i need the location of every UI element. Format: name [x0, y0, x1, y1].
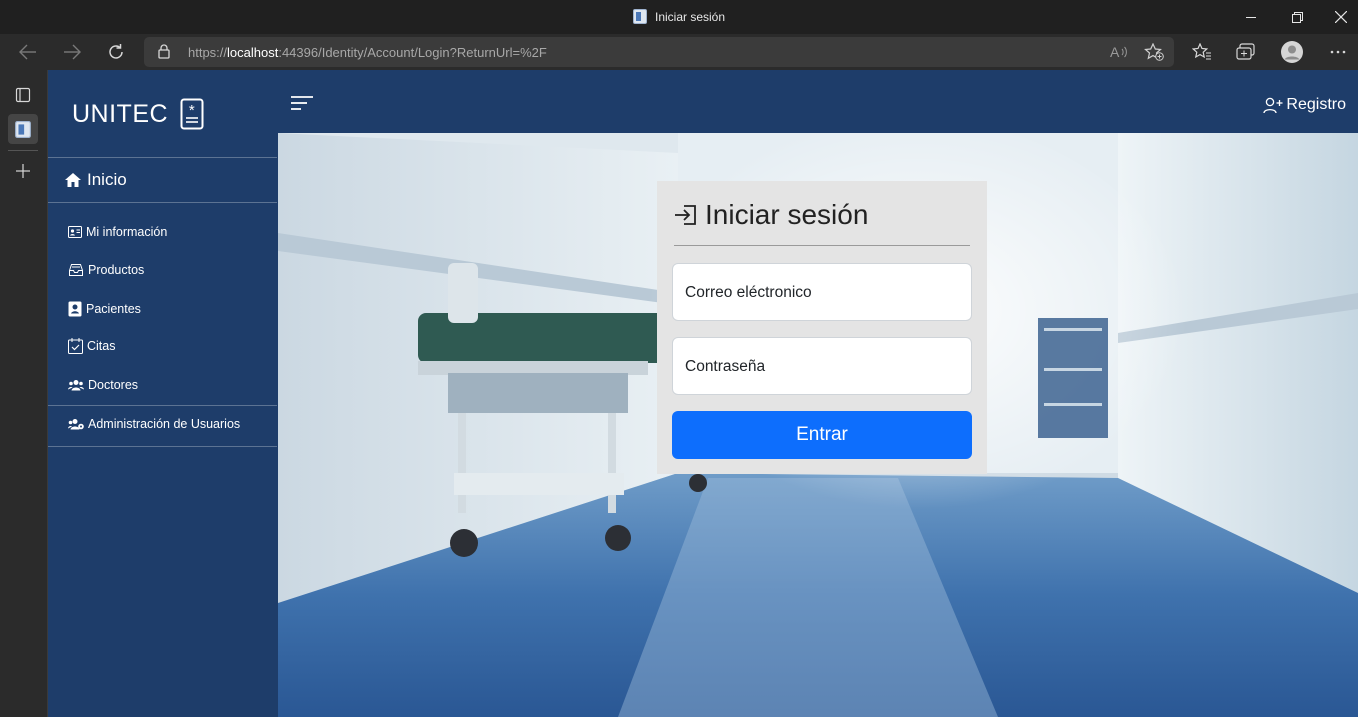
window-title: Iniciar sesión [0, 9, 1358, 24]
star-plus-icon[interactable] [1144, 43, 1164, 61]
new-tab-button[interactable] [8, 156, 38, 186]
refresh-icon [109, 44, 123, 59]
ellipsis-icon [1330, 50, 1346, 54]
sidebar-divider [48, 202, 277, 203]
register-label: Registro [1286, 96, 1346, 113]
sign-in-icon [675, 205, 696, 225]
person-badge-icon [68, 301, 82, 317]
window-titlebar: Iniciar sesión [0, 0, 1358, 34]
read-aloud-icon[interactable]: A [1110, 44, 1128, 60]
home-icon [65, 173, 81, 187]
svg-text:*: * [189, 102, 195, 119]
page-favicon-icon [15, 120, 31, 138]
sidebar-item-label: Doctores [88, 378, 139, 392]
collections-button[interactable] [1232, 38, 1260, 66]
person-plus-icon [1263, 97, 1283, 113]
sidebar-item-mi-informacion[interactable]: Mi información [68, 225, 167, 239]
arrow-left-icon [19, 44, 36, 60]
sidebar-item-label: Citas [87, 339, 116, 353]
url-text: https://localhost:44396/Identity/Account… [188, 45, 547, 60]
brand-name: UNITEC [72, 99, 169, 128]
sidebar: UNITEC * Inicio Mi información Productos… [48, 70, 278, 717]
favorites-icon [1192, 43, 1211, 60]
url-scheme: https:// [188, 45, 228, 60]
tab-active-login[interactable] [8, 114, 38, 144]
sidebar-item-label: Mi información [86, 225, 168, 239]
minimize-icon [1245, 16, 1256, 18]
sidebar-home-label: Inicio [87, 170, 127, 189]
window-title-text: Iniciar sesión [654, 10, 726, 24]
profile-button[interactable] [1278, 38, 1306, 66]
top-navbar: Registro [278, 70, 1358, 133]
hero-background: Iniciar sesión Correo eléctronico Contra… [278, 133, 1358, 717]
browser-toolbar: https://localhost:44396/Identity/Account… [0, 34, 1358, 70]
sidebar-item-doctores[interactable]: Doctores [68, 378, 138, 392]
profile-avatar-icon [1281, 41, 1303, 63]
sidebar-divider [48, 157, 277, 158]
favorites-button[interactable] [1188, 38, 1216, 66]
calendar-check-icon [68, 338, 83, 354]
email-placeholder: Correo eléctronico [685, 284, 812, 301]
sidebar-toggle-button[interactable] [290, 95, 314, 116]
sidebar-divider [48, 446, 277, 447]
close-button[interactable] [1318, 0, 1358, 34]
tab-strip-divider [8, 150, 38, 151]
password-placeholder: Contraseña [685, 358, 766, 375]
sidebar-item-pacientes[interactable]: Pacientes [68, 301, 141, 317]
lock-icon [158, 44, 170, 59]
sidebar-divider [48, 405, 277, 406]
svg-text:A: A [1110, 44, 1120, 60]
sidebar-item-productos[interactable]: Productos [68, 262, 144, 278]
sidebar-item-administracion-usuarios[interactable]: Administración de Usuarios [68, 417, 240, 431]
tab-actions-icon [15, 87, 31, 103]
login-title-text: Iniciar sesión [705, 199, 869, 230]
restore-icon [1291, 11, 1303, 23]
sidebar-item-label: Administración de Usuarios [88, 417, 241, 431]
more-menu-button[interactable] [1324, 38, 1352, 66]
minimize-button[interactable] [1228, 0, 1274, 34]
page-favicon-icon [632, 9, 647, 24]
email-field[interactable]: Correo eléctronico [672, 263, 972, 321]
sidebar-item-home[interactable]: Inicio [64, 170, 127, 190]
id-card-icon [68, 226, 82, 238]
close-icon [1335, 11, 1347, 23]
restore-button[interactable] [1274, 0, 1320, 34]
login-card: Iniciar sesión Correo eléctronico Contra… [657, 181, 987, 474]
url-path: :44396/Identity/Account/Login?ReturnUrl=… [278, 45, 547, 60]
url-host: localhost [227, 45, 279, 60]
refresh-button[interactable] [102, 38, 130, 66]
plus-icon [16, 164, 30, 178]
users-gear-icon [68, 419, 84, 430]
back-button[interactable] [14, 38, 42, 66]
register-link[interactable]: Registro [1263, 96, 1346, 114]
web-page: UNITEC * Inicio Mi información Productos… [48, 70, 1358, 717]
menu-icon [291, 96, 313, 110]
vertical-tab-strip [0, 70, 48, 717]
login-divider [674, 245, 970, 246]
brand-logo[interactable]: UNITEC * [72, 98, 204, 130]
login-submit-button[interactable]: Entrar [672, 411, 972, 459]
arrow-right-icon [64, 44, 81, 60]
tab-actions-button[interactable] [8, 80, 38, 110]
forward-button[interactable] [58, 38, 86, 66]
sidebar-item-label: Productos [88, 263, 145, 277]
sidebar-item-label: Pacientes [86, 302, 141, 316]
address-bar[interactable]: https://localhost:44396/Identity/Account… [144, 37, 1174, 67]
login-title: Iniciar sesión [673, 199, 868, 231]
people-icon [68, 380, 84, 391]
collections-icon [1236, 43, 1255, 60]
password-field[interactable]: Contraseña [672, 337, 972, 395]
inbox-tray-icon [69, 264, 83, 276]
sidebar-item-citas[interactable]: Citas [68, 338, 115, 354]
clipboard-medical-icon: * [180, 98, 204, 130]
